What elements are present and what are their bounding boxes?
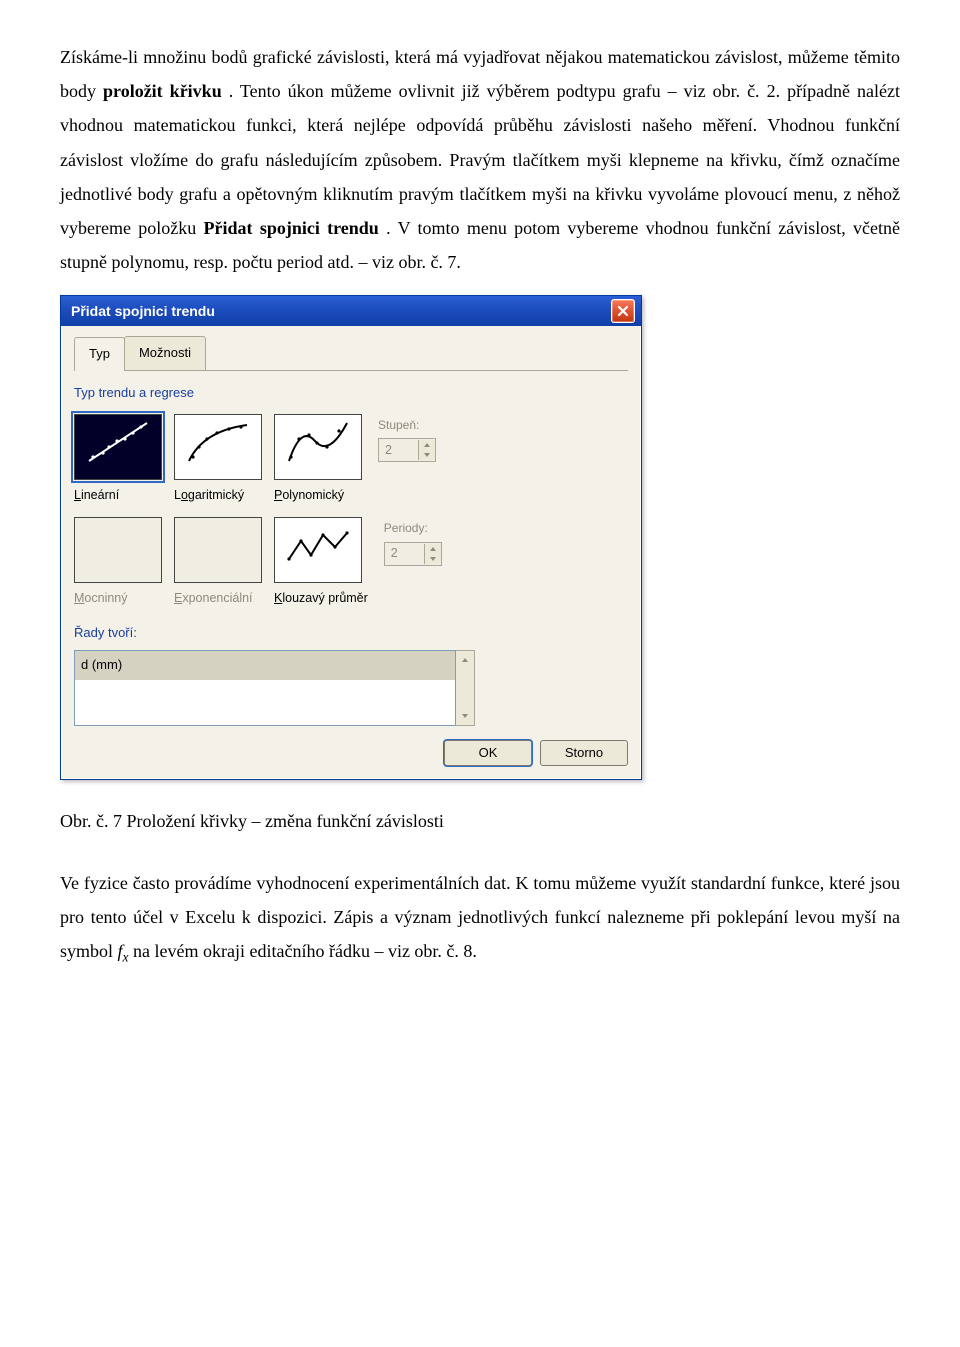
trend-label-expo: Exponenciální	[174, 587, 253, 611]
chevron-down-icon[interactable]	[418, 450, 435, 460]
moving-average-icon	[283, 521, 353, 580]
trend-option-power[interactable]	[74, 517, 162, 583]
figure-caption: Obr. č. 7 Proložení křivky – změna funkč…	[60, 804, 900, 838]
poly-icon	[283, 417, 353, 476]
trend-option-linear[interactable]	[74, 414, 162, 480]
p1-text-2: . Tento úkon můžeme ovlivnit již výběrem…	[60, 81, 900, 238]
log-icon	[183, 417, 253, 476]
periods-field: Periody: 2	[384, 517, 442, 611]
close-button[interactable]	[611, 299, 635, 323]
series-listbox-wrap: d (mm)	[74, 650, 628, 726]
trendline-dialog: Přidat spojnici trendu Typ Možnosti Typ …	[60, 295, 642, 780]
group-label-trend-type: Typ trendu a regrese	[74, 381, 628, 406]
scroll-down-icon[interactable]	[456, 707, 474, 725]
p1-bold-prolozit: proložit křivku	[103, 81, 222, 101]
tab-options[interactable]: Možnosti	[124, 336, 206, 370]
trend-label-poly: Polynomický	[274, 484, 344, 508]
periods-label: Periody:	[384, 517, 442, 540]
degree-value: 2	[379, 439, 418, 463]
trend-option-movavg[interactable]	[274, 517, 362, 583]
tab-strip: Typ Možnosti	[74, 336, 628, 371]
degree-field: Stupeň: 2	[378, 414, 436, 508]
series-label: Řady tvoří:	[74, 621, 628, 646]
series-item[interactable]: d (mm)	[75, 651, 455, 680]
exponential-icon	[183, 521, 253, 580]
cancel-button[interactable]: Storno	[540, 740, 628, 766]
chevron-up-icon[interactable]	[424, 544, 441, 554]
chevron-down-icon[interactable]	[424, 554, 441, 564]
listbox-scrollbar[interactable]	[456, 650, 475, 726]
outro-paragraph: Ve fyzice často provádíme vyhodnocení ex…	[60, 866, 900, 971]
trend-label-movavg: Klouzavý průměr	[274, 587, 368, 611]
trend-label-power: Mocninný	[74, 587, 128, 611]
periods-arrows[interactable]	[424, 544, 441, 564]
p2-text-2: na levém okraji editačního řádku – viz o…	[133, 941, 477, 961]
degree-arrows[interactable]	[418, 440, 435, 460]
p1-bold-pridat: Přidat spojnici trendu	[204, 218, 379, 238]
chevron-up-icon[interactable]	[418, 440, 435, 450]
trend-label-linear: Lineární	[74, 484, 119, 508]
trend-option-poly[interactable]	[274, 414, 362, 480]
dialog-titlebar[interactable]: Přidat spojnici trendu	[61, 296, 641, 326]
power-icon	[83, 521, 153, 580]
close-icon	[617, 305, 629, 317]
scroll-up-icon[interactable]	[456, 651, 474, 669]
periods-spinner[interactable]: 2	[384, 542, 442, 566]
degree-label: Stupeň:	[378, 414, 436, 437]
periods-value: 2	[385, 542, 424, 566]
intro-paragraph: Získáme-li množinu bodů grafické závislo…	[60, 40, 900, 279]
trend-label-log: Logaritmický	[174, 484, 244, 508]
trend-option-expo[interactable]	[174, 517, 262, 583]
trend-row-1: Lineární Logaritmický	[74, 414, 628, 508]
trend-row-2: Mocninný Exponenciální	[74, 517, 628, 611]
dialog-buttons: OK Storno	[74, 726, 628, 766]
fx-symbol: fx	[118, 941, 129, 961]
trend-option-log[interactable]	[174, 414, 262, 480]
series-listbox[interactable]: d (mm)	[74, 650, 456, 726]
degree-spinner[interactable]: 2	[378, 438, 436, 462]
ok-button[interactable]: OK	[444, 740, 532, 766]
linear-icon	[83, 417, 153, 476]
dialog-body: Typ Možnosti Typ trendu a regrese Lineár…	[61, 326, 641, 779]
dialog-title: Přidat spojnici trendu	[71, 298, 215, 325]
tab-type[interactable]: Typ	[74, 337, 125, 371]
